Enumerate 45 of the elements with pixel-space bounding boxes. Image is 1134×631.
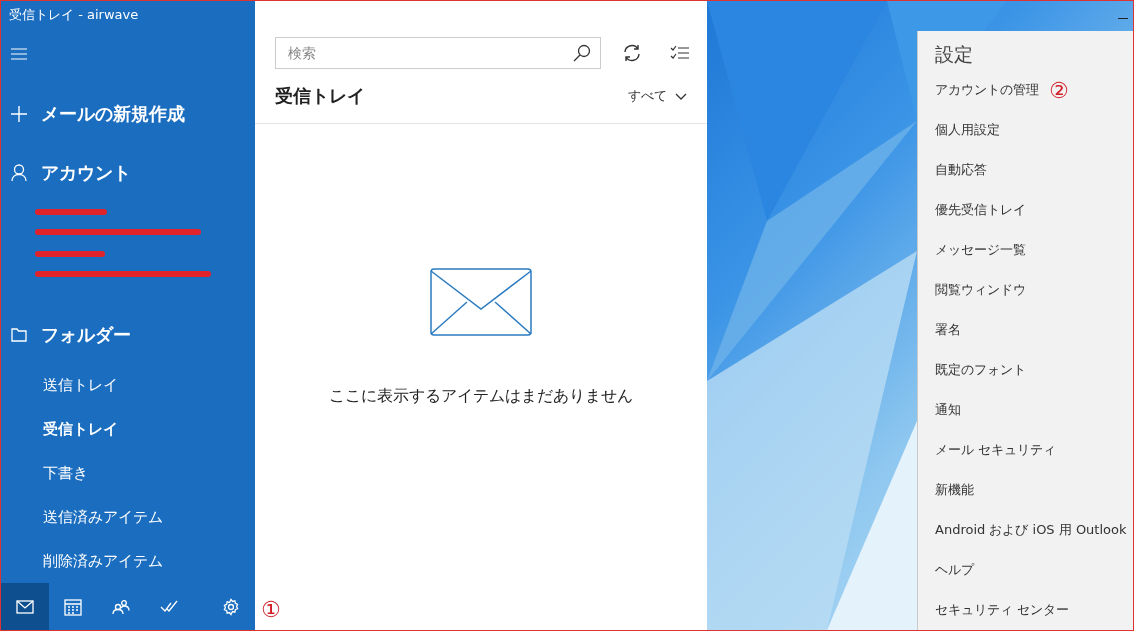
- new-mail-button[interactable]: メールの新規作成: [41, 101, 185, 126]
- empty-inbox-message: ここに表示するアイテムはまだありません: [329, 385, 633, 407]
- folders-heading: フォルダー: [41, 323, 131, 348]
- settings-icon: [222, 597, 240, 616]
- settings-menu-item[interactable]: 閲覧ウィンドウ: [935, 281, 1026, 299]
- settings-menu-item[interactable]: メッセージ一覧: [935, 241, 1026, 259]
- chevron-down-icon: [675, 92, 687, 100]
- annotation-number: ②: [1049, 77, 1069, 103]
- settings-menu-item[interactable]: 新機能: [935, 481, 974, 499]
- settings-menu-item[interactable]: 個人用設定: [935, 121, 1000, 139]
- annotation-number: ①: [261, 597, 281, 622]
- folder-item[interactable]: 削除済みアイテム: [43, 551, 163, 571]
- folder-item[interactable]: 下書き: [43, 463, 88, 483]
- settings-menu-item[interactable]: メール セキュリティ: [935, 441, 1057, 459]
- search-field[interactable]: 検索: [275, 37, 601, 69]
- window-title: 受信トレイ - airwave: [9, 6, 139, 25]
- settings-menu-item[interactable]: 署名: [935, 321, 961, 339]
- settings-menu-item[interactable]: 優先受信トレイ: [935, 201, 1026, 219]
- checklist-icon: [670, 45, 690, 61]
- checkmark-icon: [160, 599, 178, 614]
- settings-menu-item[interactable]: セキュリティ センター: [935, 601, 1070, 619]
- settings-menu-item[interactable]: 自動応答: [935, 161, 987, 179]
- mail-nav-button[interactable]: [1, 583, 49, 630]
- settings-menu-item[interactable]: 既定のフォント: [935, 361, 1026, 379]
- folder-item[interactable]: 送信トレイ: [43, 375, 118, 395]
- plus-icon: [11, 105, 27, 122]
- settings-menu-item[interactable]: 通知: [935, 401, 961, 419]
- sync-icon: [622, 44, 642, 62]
- folder-title: 受信トレイ: [275, 84, 365, 108]
- folder-item[interactable]: 受信トレイ: [43, 419, 118, 439]
- settings-menu-item[interactable]: アカウントの管理: [935, 81, 1039, 99]
- people-icon: [112, 598, 130, 615]
- folder-item[interactable]: 送信済みアイテム: [43, 507, 163, 527]
- settings-menu-item[interactable]: Android および iOS 用 Outlook: [935, 521, 1127, 539]
- accounts-heading: アカウント: [41, 161, 131, 186]
- settings-title: 設定: [935, 41, 974, 67]
- settings-menu-item[interactable]: ヘルプ: [935, 561, 974, 579]
- person-icon: [11, 164, 27, 183]
- search-icon: [573, 44, 591, 62]
- envelope-icon: [430, 267, 532, 336]
- mail-icon: [16, 599, 34, 614]
- filter-dropdown[interactable]: すべて: [628, 87, 687, 105]
- calendar-icon: [64, 597, 82, 616]
- menu-icon[interactable]: [11, 47, 27, 60]
- folder-icon: [11, 328, 27, 343]
